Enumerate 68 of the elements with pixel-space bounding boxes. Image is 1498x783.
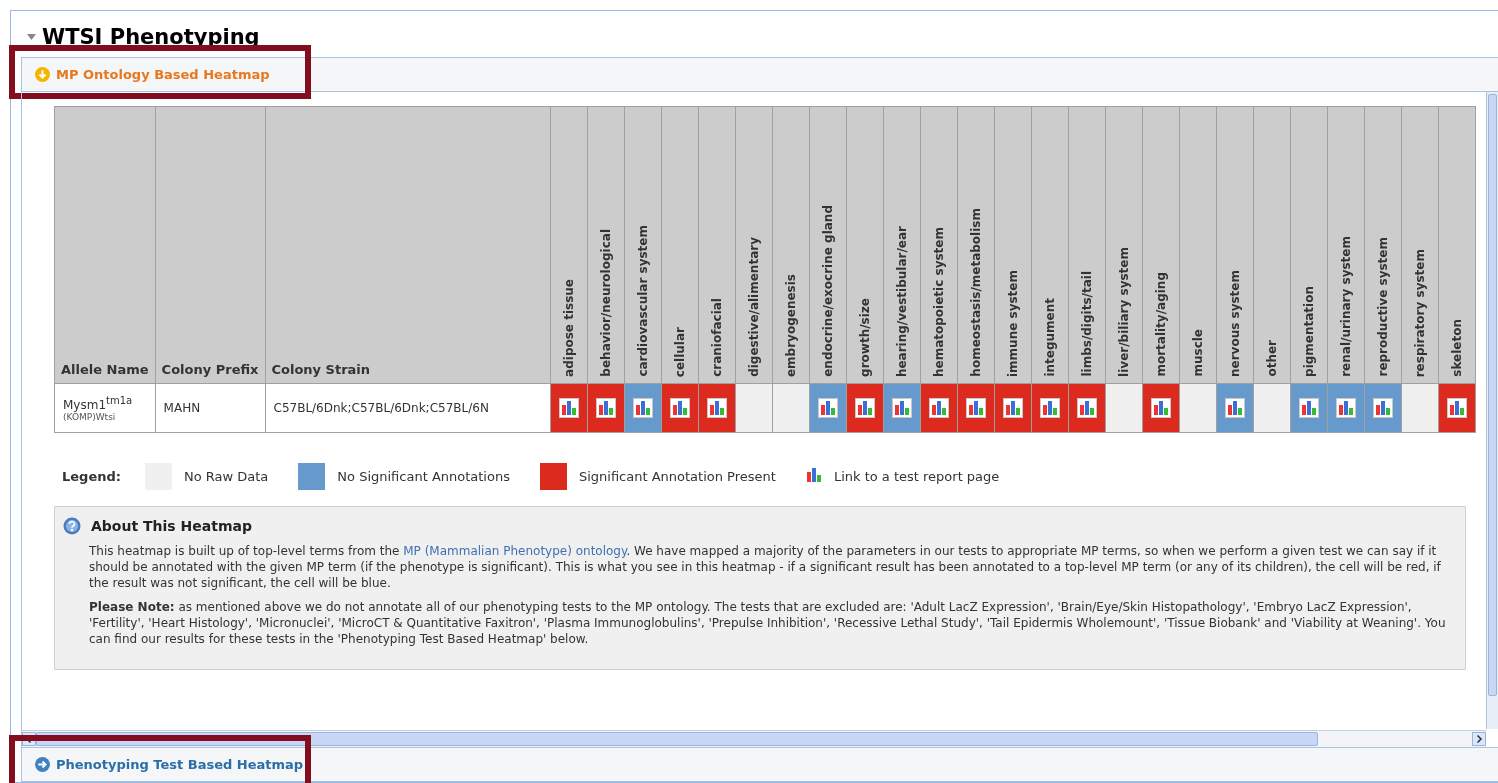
accordion-header[interactable]: Phenotyping Test Based Heatmap — [21, 747, 1498, 782]
column-header: cellular — [672, 325, 687, 379]
accordion-header[interactable]: MP Ontology Based Heatmap — [21, 57, 1498, 92]
bar-chart-icon — [805, 467, 822, 483]
bar-chart-icon[interactable] — [1335, 398, 1356, 418]
column-header: liver/biliary system — [1116, 246, 1131, 379]
column-header: reproductive system — [1375, 236, 1390, 379]
column-header: nervous system — [1227, 269, 1242, 379]
column-header: adipose tissue — [561, 278, 576, 379]
vertical-scrollbar[interactable] — [1486, 92, 1498, 729]
column-header: limbs/digits/tail — [1079, 270, 1094, 379]
column-header: craniofacial — [709, 297, 724, 379]
column-header: behavior/neurological — [598, 228, 613, 379]
help-icon — [63, 517, 81, 535]
legend-label: No Significant Annotations — [337, 469, 510, 484]
table-cell: MAHN — [155, 383, 265, 433]
bar-chart-icon[interactable] — [558, 398, 579, 418]
column-header: muscle — [1190, 328, 1205, 379]
column-header: hematopoietic system — [931, 226, 946, 379]
column-header: renal/urinary system — [1338, 235, 1353, 379]
column-header: respiratory system — [1412, 247, 1427, 379]
column-header: Allele Name — [54, 106, 156, 384]
bar-chart-icon[interactable] — [928, 398, 949, 418]
legend-label: Significant Annotation Present — [578, 469, 776, 484]
column-header: endocrine/exocrine gland — [820, 204, 835, 379]
bar-chart-icon[interactable] — [965, 398, 986, 418]
right-arrow-icon[interactable] — [35, 757, 50, 772]
bar-chart-icon[interactable] — [669, 398, 690, 418]
column-header: growth/size — [857, 297, 872, 379]
bar-chart-icon[interactable] — [817, 398, 838, 418]
collapse-triangle-icon[interactable] — [27, 34, 36, 40]
bar-chart-icon[interactable] — [1224, 398, 1245, 418]
column-header: Colony Strain — [265, 106, 550, 384]
horizontal-scrollbar[interactable] — [22, 730, 1486, 747]
table-cell: Mysm1$^{tm1a}$ (KOMP)Wtsi — [54, 383, 156, 433]
bar-chart-icon[interactable] — [595, 398, 616, 418]
bar-chart-icon[interactable] — [1372, 398, 1393, 418]
bar-chart-icon[interactable] — [1298, 398, 1319, 418]
bar-chart-icon[interactable] — [1446, 398, 1467, 418]
column-header: pigmentation — [1301, 285, 1316, 379]
column-header: digestive/alimentary — [746, 236, 761, 379]
column-header: other — [1264, 339, 1279, 379]
column-header: homeostasis/metabolism — [968, 207, 983, 379]
column-header: hearing/vestibular/ear — [894, 224, 909, 379]
scroll-right-icon[interactable] — [1472, 732, 1486, 746]
column-header: cardiovascular system — [635, 224, 650, 379]
column-header: Colony Prefix — [155, 106, 265, 384]
column-header: embryogenesis — [783, 272, 798, 379]
info-paragraph: Please Note: as mentioned above we do not annotate all of our phenotyping tests to the MP ontology. The tests that are excluded are: 'Adult LacZ Expression', 'Brain/Eye/Skin Histopathology', 'Embryo LacZ Expression', 'Fertility', 'Heart Histology', 'Micronuclei', 'MicroCT & Quantitative Faxitron', 'Plasma Immunoglobulins', 'Prepulse Inhibition', 'Recessive Lethal Study', 'Tail Epidermis Wholemount', 'Tissue Biobank' and 'Viability at Weaning'. You can find our results for these tests in the 'Phenotyping Test Based Heatmap' below. — [89, 599, 1447, 647]
section-title: WTSI Phenotyping — [42, 25, 260, 49]
column-header: skeleton — [1449, 318, 1464, 379]
column-header: immune system — [1005, 269, 1020, 379]
bar-chart-icon[interactable] — [706, 398, 727, 418]
bar-chart-icon[interactable] — [854, 398, 875, 418]
legend-label: No Raw Data — [184, 469, 269, 484]
info-title: About This Heatmap — [91, 518, 252, 534]
bar-chart-icon[interactable] — [632, 398, 653, 418]
bar-chart-icon[interactable] — [1002, 398, 1023, 418]
column-header: mortality/aging — [1153, 271, 1168, 379]
legend-label: Link to a test report page — [833, 469, 1000, 484]
bar-chart-icon[interactable] — [1039, 398, 1060, 418]
column-header: integument — [1042, 297, 1057, 379]
table-cell: C57BL/6Dnk;C57BL/6Dnk;C57BL/6N — [265, 383, 550, 433]
info-paragraph: This heatmap is built up of top-level terms from the MP (Mammalian Phenotype) ontology. We have mapped a majority of the parameters in our tests to appropriate MP terms, so when we perform a given test we can say if it should be annotated with the given MP term (if the phenotype is significant). This is what you see in this heatmap - if a significant result has been annotated to a top-level MP term (or any of its children), the cell will be red, if the result was not significant, the cell will be blue. — [89, 543, 1442, 591]
bar-chart-icon[interactable] — [891, 398, 912, 418]
legend-title: Legend: — [62, 469, 121, 484]
bar-chart-icon[interactable] — [1150, 398, 1171, 418]
bar-chart-icon[interactable] — [1076, 398, 1097, 418]
